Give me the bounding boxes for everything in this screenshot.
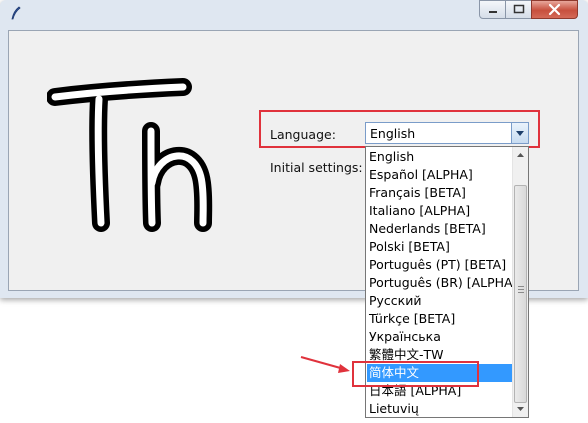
chevron-down-icon xyxy=(516,131,524,136)
close-icon xyxy=(548,3,561,16)
language-option[interactable]: Polski [BETA] xyxy=(367,238,513,256)
initial-settings-label: Initial settings: xyxy=(270,160,363,175)
th-logo xyxy=(47,78,213,232)
chevron-down-icon xyxy=(517,407,524,411)
scroll-thumb[interactable] xyxy=(514,185,527,403)
language-option[interactable]: Português (PT) [BETA] xyxy=(367,256,513,274)
selected-option-highlight-box xyxy=(352,361,479,387)
minimize-icon xyxy=(489,11,497,13)
maximize-icon xyxy=(513,4,525,14)
language-select[interactable]: English xyxy=(365,122,529,144)
language-option[interactable]: Lietuvių xyxy=(367,400,513,417)
language-option[interactable]: Português (BR) [ALPHA] xyxy=(367,274,517,292)
language-option[interactable]: Español [ALPHA] xyxy=(367,166,513,184)
dropdown-button[interactable] xyxy=(511,123,528,143)
dropdown-scrollbar[interactable] xyxy=(512,147,528,417)
language-option[interactable]: Italiano [ALPHA] xyxy=(367,202,513,220)
language-label: Language: xyxy=(270,127,336,142)
language-option[interactable]: Türkçe [BETA] xyxy=(367,310,513,328)
feather-icon xyxy=(11,6,21,20)
language-option[interactable]: Русский xyxy=(367,292,513,310)
scroll-down-button[interactable] xyxy=(513,401,528,417)
minimize-button[interactable] xyxy=(479,0,506,19)
language-option[interactable]: Nederlands [BETA] xyxy=(367,220,513,238)
arrow-icon xyxy=(300,356,350,373)
language-option[interactable]: Українська xyxy=(367,328,513,346)
scroll-up-button[interactable] xyxy=(513,147,528,163)
title-bar[interactable] xyxy=(0,0,588,26)
chevron-up-icon xyxy=(517,153,524,157)
language-option[interactable]: Français [BETA] xyxy=(367,184,513,202)
close-button[interactable] xyxy=(531,0,578,19)
language-option[interactable]: English xyxy=(367,148,513,166)
maximize-button[interactable] xyxy=(505,0,532,19)
language-select-value: English xyxy=(370,126,416,141)
